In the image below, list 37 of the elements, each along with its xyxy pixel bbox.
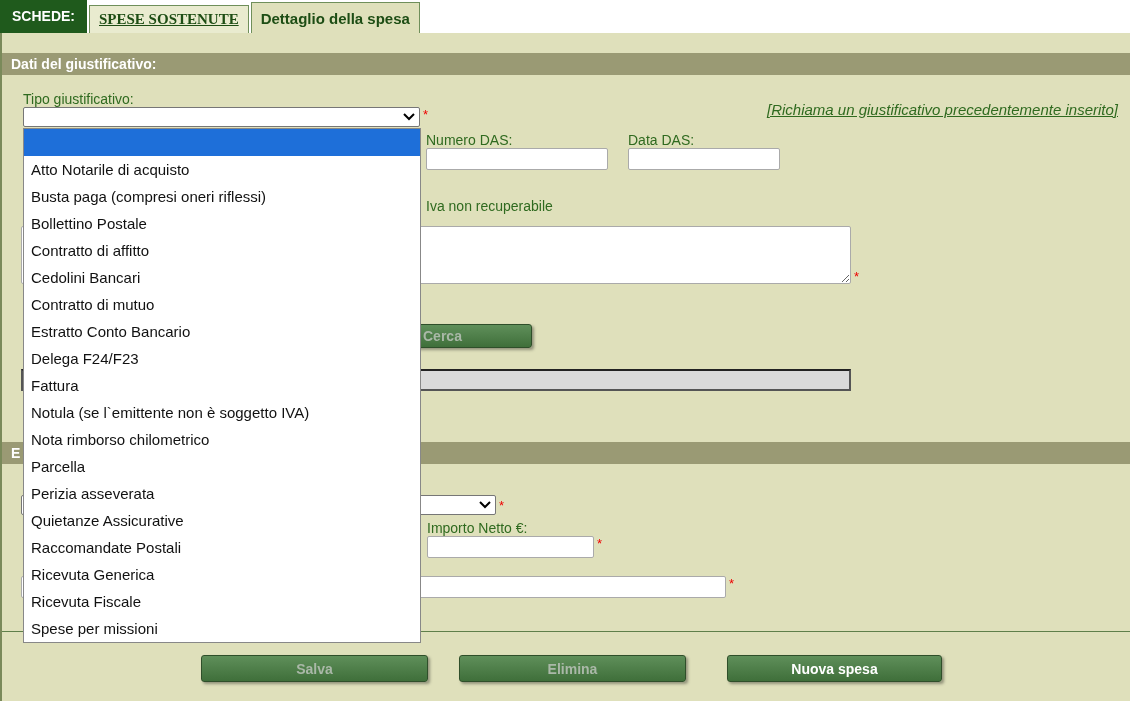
- dropdown-option[interactable]: Raccomandate Postali: [24, 534, 420, 561]
- dropdown-option[interactable]: Busta paga (compresi oneri riflessi): [24, 183, 420, 210]
- note-text: Iva non recuperabile: [426, 198, 553, 214]
- required-asterisk: *: [499, 497, 505, 513]
- recall-link[interactable]: [Richiama un giustificativo precedentemente inserito]: [767, 91, 1118, 127]
- field-label: Numero DAS:: [426, 132, 514, 148]
- input-field[interactable]: [427, 536, 594, 558]
- field-label: Data DAS:: [628, 132, 696, 148]
- tab[interactable]: SPESE SOSTENUTE: [89, 5, 249, 33]
- dropdown-option[interactable]: Ricevuta Fiscale: [24, 588, 420, 615]
- dropdown-option[interactable]: Atto Notarile di acquisto: [24, 156, 420, 183]
- dropdown-option[interactable]: Cedolini Bancari: [24, 264, 420, 291]
- dropdown-option[interactable]: Delega F24/F23: [24, 345, 420, 372]
- dropdown-option[interactable]: Fattura: [24, 372, 420, 399]
- required-asterisk: *: [423, 107, 429, 124]
- caret-icon: [479, 501, 491, 509]
- action-button[interactable]: Nuova spesa: [727, 655, 942, 682]
- field-label: Tipo giustificativo:: [23, 91, 135, 107]
- input-field[interactable]: [426, 148, 608, 170]
- caret-icon: [403, 113, 415, 121]
- field-label: Importo Netto €:: [427, 520, 529, 536]
- section-header: Dati del giustificativo:: [2, 53, 1130, 75]
- select-field[interactable]: [23, 107, 420, 127]
- dropdown-option[interactable]: Ricevuta Generica: [24, 561, 420, 588]
- dropdown-option[interactable]: Perizia asseverata: [24, 480, 420, 507]
- tabs-label: SCHEDE:: [0, 0, 87, 33]
- dropdown-option[interactable]: Spese per missioni: [24, 615, 420, 642]
- input-field[interactable]: [628, 148, 780, 170]
- required-asterisk: *: [854, 269, 860, 284]
- dropdown-option[interactable]: Contratto di mutuo: [24, 291, 420, 318]
- tab[interactable]: Dettaglio della spesa: [250, 2, 420, 33]
- required-asterisk: *: [597, 536, 603, 553]
- dropdown-option[interactable]: Contratto di affitto: [24, 237, 420, 264]
- dropdown-option[interactable]: Notula (se l`emittente non è soggetto IVA): [24, 399, 420, 426]
- required-asterisk: *: [729, 576, 735, 593]
- dropdown-option[interactable]: Bollettino Postale: [24, 210, 420, 237]
- dropdown-option[interactable]: Quietanze Assicurative: [24, 507, 420, 534]
